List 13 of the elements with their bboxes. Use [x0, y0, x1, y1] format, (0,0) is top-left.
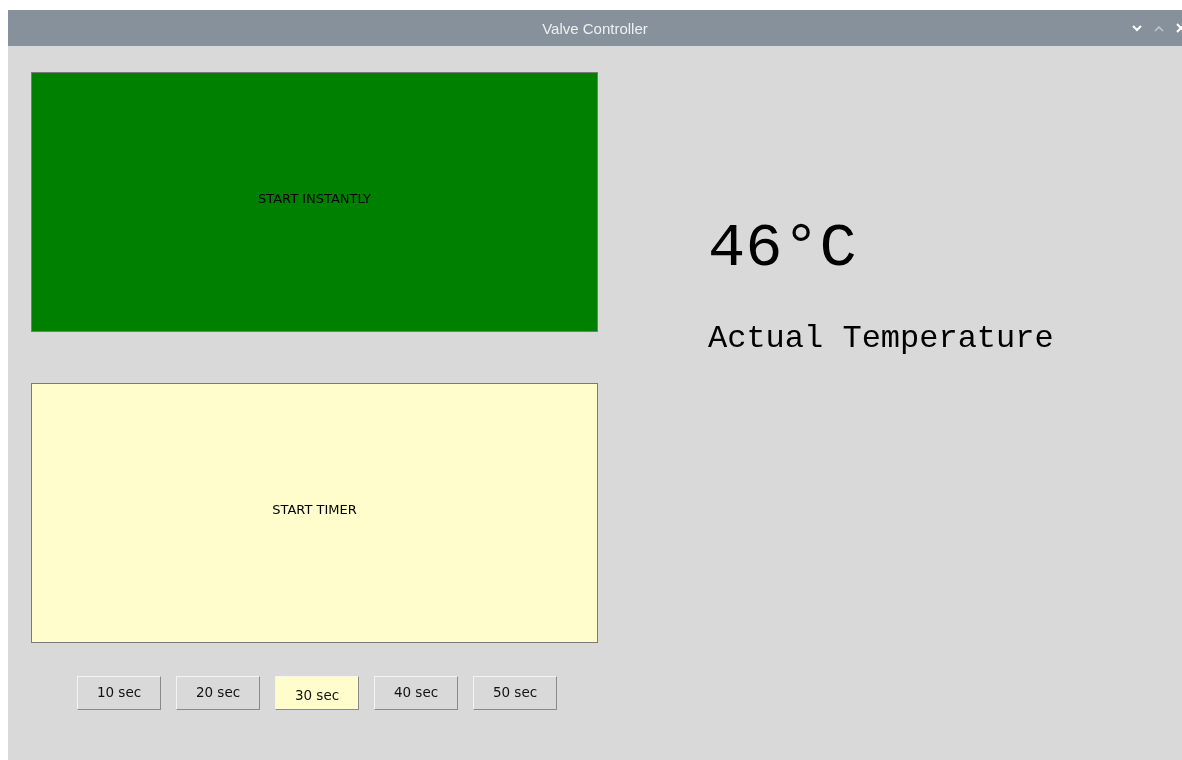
close-icon[interactable]	[1176, 23, 1182, 33]
maximize-icon[interactable]	[1154, 24, 1164, 32]
action-button[interactable]: START TIMER	[31, 383, 598, 643]
action-button[interactable]: START INSTANTLY	[31, 72, 598, 332]
temperature-caption: Actual Temperature	[708, 320, 1054, 357]
window-title: Valve Controller	[542, 19, 648, 37]
timer-button[interactable]: 30 sec	[275, 676, 359, 710]
timer-button[interactable]: 50 sec	[473, 676, 557, 710]
temperature-value: 46°C	[708, 212, 858, 286]
timer-button[interactable]: 20 sec	[176, 676, 260, 710]
timer-button[interactable]: 10 sec	[77, 676, 161, 710]
minimize-icon[interactable]	[1132, 24, 1142, 32]
timer-button[interactable]: 40 sec	[374, 676, 458, 710]
